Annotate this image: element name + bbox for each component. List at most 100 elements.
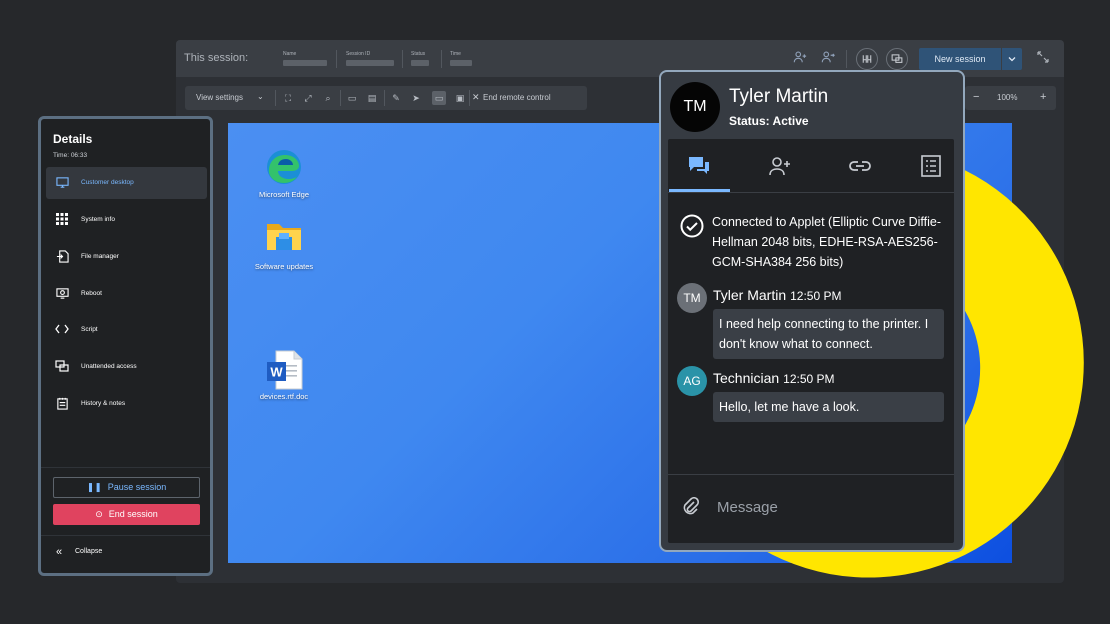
- details-title: Details: [53, 132, 93, 146]
- tab-notes[interactable]: [917, 155, 945, 177]
- double-chevron-left-icon: «: [56, 546, 63, 558]
- add-user-icon[interactable]: [791, 50, 809, 68]
- pause-session-button[interactable]: ❚❚ Pause session: [53, 477, 200, 498]
- zoom-icon[interactable]: ⌕: [321, 91, 335, 105]
- note-icon[interactable]: ▤: [365, 91, 379, 105]
- pointer-icon[interactable]: ⤢: [301, 91, 315, 105]
- meta-session-id-value: [346, 60, 394, 66]
- chevron-down-icon: ⌄: [257, 92, 264, 101]
- close-icon: ✕: [472, 92, 480, 102]
- zoom-value: 100%: [997, 93, 1018, 102]
- nav-item-label: System info: [81, 216, 115, 223]
- file-transfer-icon: [55, 250, 69, 264]
- multi-monitor-icon[interactable]: [886, 48, 908, 70]
- session-time: Time: 06:33: [53, 152, 88, 159]
- paperclip-icon[interactable]: [682, 496, 700, 520]
- divider: [668, 474, 954, 475]
- nav-item-label: Customer desktop: [81, 179, 134, 186]
- link-icon: [849, 161, 871, 171]
- svg-text:W: W: [270, 365, 283, 380]
- message-time: 12:50 PM: [783, 372, 835, 386]
- expand-icon[interactable]: [1035, 51, 1051, 67]
- word-doc-icon: W: [264, 349, 304, 390]
- customer-avatar: TM: [670, 82, 720, 132]
- tab-link[interactable]: [846, 155, 874, 177]
- divider: [340, 90, 341, 106]
- transfer-user-icon[interactable]: [819, 50, 837, 68]
- customer-status: Status: Active: [729, 114, 809, 128]
- pen-icon[interactable]: ✎: [389, 91, 403, 105]
- grid-icon: [55, 213, 69, 227]
- divider: [668, 192, 954, 193]
- message-author: Tyler Martin: [713, 287, 787, 303]
- customer-name: Tyler Martin: [729, 86, 829, 107]
- meta-time-label: Time: [450, 51, 461, 57]
- divider: [402, 50, 403, 68]
- divider: [384, 90, 385, 106]
- message-input[interactable]: Message: [717, 499, 778, 516]
- stop-icon: ⊙: [95, 509, 103, 519]
- chat-panel: TM Tyler Martin Status: Active Connected…: [659, 70, 965, 552]
- chat-bubbles-icon: [689, 157, 709, 174]
- nav-item-reboot[interactable]: Reboot: [46, 278, 207, 310]
- reboot-icon: [55, 287, 69, 301]
- monitors-icon: [55, 360, 69, 374]
- zoom-out-button[interactable]: −: [973, 91, 979, 103]
- view-settings-dropdown[interactable]: View settings: [196, 93, 243, 102]
- meta-status: Status: [411, 51, 429, 66]
- desktop-icon-word-doc[interactable]: W devices.rtf.doc: [244, 349, 324, 401]
- nav-item-label: File manager: [81, 253, 119, 260]
- tab-invite[interactable]: [766, 155, 794, 177]
- end-session-button[interactable]: ⊙ End session: [53, 504, 200, 525]
- binoculars-icon[interactable]: [856, 48, 878, 70]
- meta-status-value: [411, 60, 429, 66]
- view-mode-icon[interactable]: ▭: [432, 91, 446, 105]
- meta-name-value: [283, 60, 327, 66]
- stage: This session: Name Session ID Status Tim…: [0, 0, 1110, 624]
- divider: [469, 90, 470, 106]
- desktop-icon-software-updates[interactable]: Software updates: [244, 219, 324, 271]
- check-circle-icon: [680, 214, 704, 238]
- collapse-button[interactable]: « Collapse: [56, 546, 103, 558]
- meta-session-id: Session ID: [346, 51, 394, 66]
- message-avatar: AG: [677, 366, 707, 396]
- remote-toolbar: View settings ⌄ ⛶ ⤢ ⌕ ▭ ▤ ✎ ➤ ▭ ▣ ✕ End …: [185, 86, 587, 110]
- cursor-icon[interactable]: ➤: [409, 91, 423, 105]
- session-label: This session:: [184, 52, 249, 64]
- nav-item-customer-desktop[interactable]: Customer desktop: [46, 167, 207, 199]
- divider: [275, 90, 276, 106]
- screen-share-icon[interactable]: ▣: [453, 91, 467, 105]
- zoom-control: − 100% +: [965, 86, 1056, 110]
- meta-name-label: Name: [283, 51, 297, 57]
- new-session-dropdown[interactable]: [1002, 48, 1022, 70]
- collapse-label: Collapse: [75, 548, 103, 555]
- nav-item-system-info[interactable]: System info: [46, 204, 207, 236]
- desktop-icon-label: Microsoft Edge: [258, 190, 310, 199]
- message-bubble: Hello, let me have a look.: [713, 392, 944, 422]
- details-panel: Details Time: 06:33 Customer desktop Sys…: [38, 116, 213, 576]
- divider: [846, 50, 847, 68]
- notes-icon: [55, 397, 69, 411]
- divider: [41, 467, 210, 468]
- new-session-button[interactable]: New session: [919, 48, 1001, 70]
- desktop-icon-edge[interactable]: Microsoft Edge: [244, 147, 324, 199]
- system-message: Connected to Applet (Elliptic Curve Diff…: [712, 215, 942, 269]
- nav-item-script[interactable]: Script: [46, 314, 207, 346]
- folder-icon: [264, 219, 304, 259]
- nav-item-unattended-access[interactable]: Unattended access: [46, 351, 207, 383]
- zoom-in-button[interactable]: +: [1040, 91, 1046, 103]
- nav-item-history-notes[interactable]: History & notes: [46, 388, 207, 420]
- end-remote-control-button[interactable]: End remote control: [483, 93, 551, 102]
- keyboard-icon[interactable]: ▭: [345, 91, 359, 105]
- edge-icon: [264, 147, 304, 187]
- desktop-icon-label: Software updates: [254, 262, 314, 271]
- message-bubble: I need help connecting to the printer. I…: [713, 309, 944, 359]
- end-session-label: End session: [108, 509, 158, 519]
- pause-icon: ❚❚: [86, 482, 102, 492]
- add-user-icon: [769, 157, 790, 176]
- tab-chat[interactable]: [685, 155, 713, 177]
- nav-item-file-manager[interactable]: File manager: [46, 241, 207, 273]
- fullscreen-icon[interactable]: ⛶: [281, 91, 295, 105]
- message-time: 12:50 PM: [790, 289, 842, 303]
- nav-item-label: History & notes: [81, 400, 126, 407]
